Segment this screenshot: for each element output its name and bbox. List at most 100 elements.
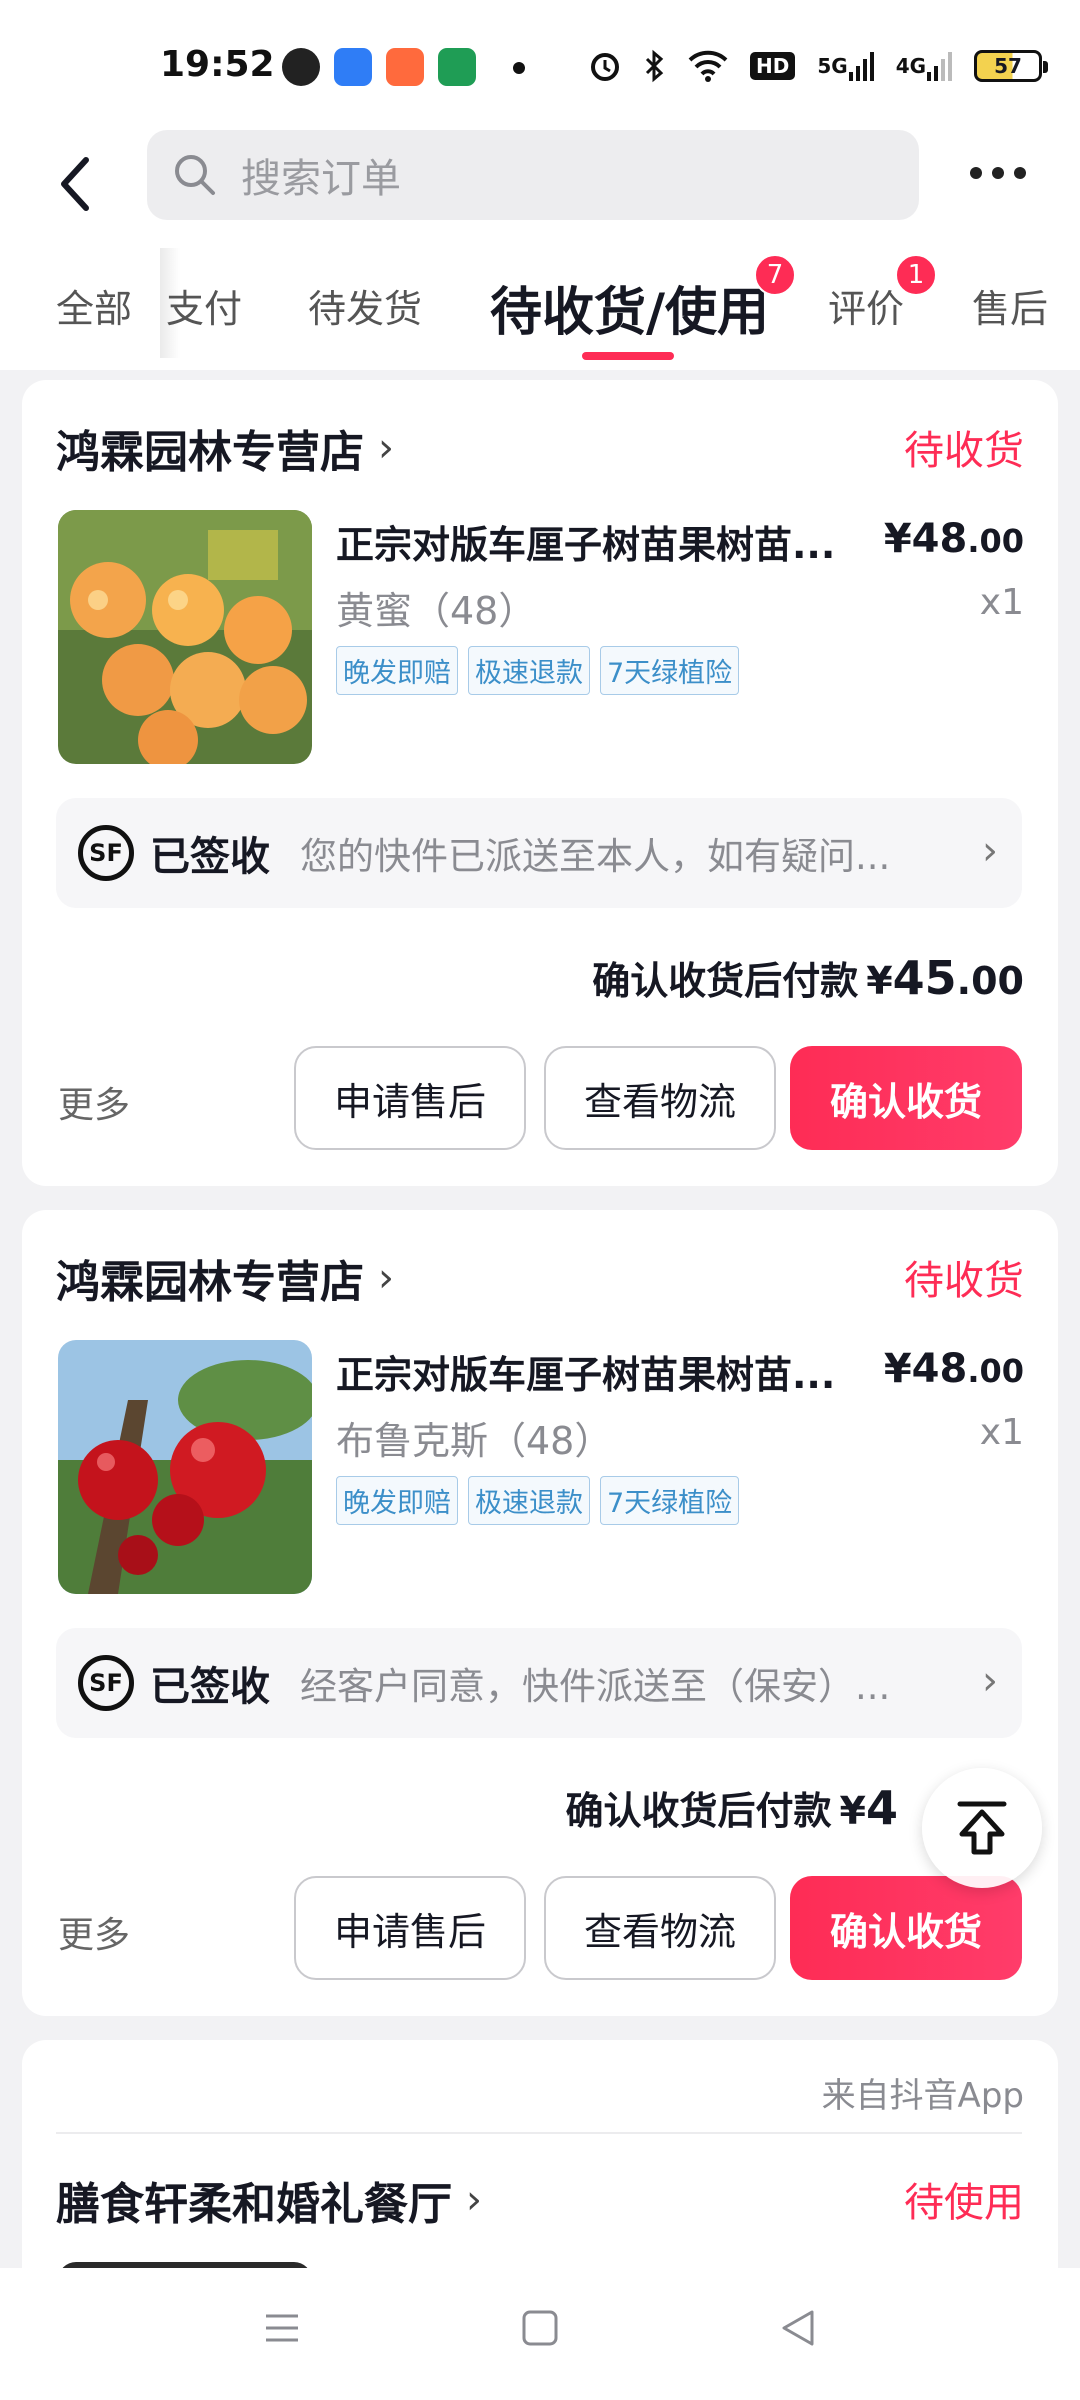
tab-pay[interactable]: 支付 (166, 278, 242, 333)
chevron-right-icon: › (982, 1658, 998, 1704)
tag-late-ship-compensation: 晚发即赔 (336, 1476, 458, 1525)
active-tab-indicator (582, 352, 674, 360)
order-status: 待收货 (904, 1258, 1024, 1304)
chevron-right-icon: › (378, 1255, 394, 1301)
product-variant: 黄蜜（48） (336, 589, 537, 633)
more-options-icon[interactable] (970, 158, 1032, 188)
scroll-to-top-button[interactable] (922, 1768, 1042, 1888)
logistics-text: 您的快件已派送至本人，如有疑问... (300, 835, 891, 878)
sf-express-icon: SF (78, 1655, 134, 1711)
alarm-icon (588, 48, 622, 84)
logistics-bar[interactable]: SF 已签收 您的快件已派送至本人，如有疑问... › (56, 798, 1022, 908)
pay-decimal: .00 (956, 959, 1024, 1003)
price-integer: ¥48 (883, 516, 968, 562)
apply-after-sale-button[interactable]: 申请售后 (294, 1046, 526, 1150)
chevron-left-icon (61, 157, 89, 211)
apply-after-sale-button[interactable]: 申请售后 (294, 1876, 526, 1980)
home-icon[interactable] (520, 2308, 560, 2348)
logistics-bar[interactable]: SF 已签收 经客户同意，快件派送至（保安）... › (56, 1628, 1022, 1738)
product-variant: 布鲁克斯（48） (336, 1419, 613, 1463)
pay-integer: 45 (892, 951, 957, 1005)
tag-plant-insurance: 7天绿植险 (600, 1476, 740, 1525)
search-placeholder: 搜索订单 (241, 156, 401, 202)
product-image[interactable] (58, 510, 312, 764)
notification-icons (282, 48, 476, 86)
files-app-icon (334, 48, 372, 86)
service-tags: 晚发即赔 极速退款 7天绿植险 (336, 1476, 740, 1525)
sf-express-icon: SF (78, 825, 134, 881)
header: 搜索订单 (0, 130, 1080, 240)
view-logistics-button[interactable]: 查看物流 (544, 1046, 776, 1150)
shop-name: 鸿霖园林专营店 (56, 427, 364, 478)
chevron-right-icon: › (378, 425, 394, 471)
logistics-status: 已签收 (150, 1664, 270, 1710)
product-title[interactable]: 正宗对版车厘子树苗果树苗... (336, 514, 835, 569)
battery-icon: 57 (974, 50, 1049, 82)
tab-after-sale[interactable]: 售后 (972, 278, 1048, 333)
shop-link[interactable]: 膳食轩柔和婚礼餐厅 › (56, 2168, 482, 2232)
menu-icon[interactable] (262, 2308, 302, 2348)
back-button[interactable] (52, 144, 102, 224)
system-navigation-bar (0, 2268, 1080, 2400)
hd-icon: HD (750, 48, 796, 84)
tag-fast-refund: 极速退款 (468, 646, 590, 695)
price-decimal: .00 (967, 1352, 1024, 1390)
payment-summary: 确认收货后付款 ¥ 45 .00 (592, 950, 1024, 1005)
back-triangle-icon[interactable] (778, 2308, 818, 2348)
order-card[interactable]: 鸿霖园林专营店 › 待收货 正宗对版车厘子树苗果树苗... ¥48.00 布鲁克斯… (22, 1210, 1058, 2016)
oppo-app-icon (438, 48, 476, 86)
chevron-right-icon: › (466, 2177, 482, 2223)
chevron-right-icon: › (982, 828, 998, 874)
tab-to-receive-badge: 7 (754, 254, 796, 296)
signal-5g-icon: 5G (817, 48, 874, 84)
service-tags: 晚发即赔 极速退款 7天绿植险 (336, 646, 740, 695)
wifi-icon (688, 48, 728, 84)
more-notifications-dot-icon (513, 62, 525, 74)
pay-currency: ¥ (866, 959, 893, 1003)
panda-app-icon (282, 48, 320, 86)
tag-plant-insurance: 7天绿植险 (600, 646, 740, 695)
search-icon (175, 155, 215, 195)
bluetooth-icon (644, 48, 666, 84)
status-time: 19:52 (160, 44, 275, 85)
product-price: ¥48.00 (884, 516, 1024, 562)
payment-summary: 确认收货后付款 ¥ 4 (566, 1780, 898, 1835)
more-button[interactable]: 更多 (58, 1906, 130, 1958)
view-logistics-button[interactable]: 查看物流 (544, 1876, 776, 1980)
order-source: 来自抖音App (821, 2076, 1024, 2116)
tag-fast-refund: 极速退款 (468, 1476, 590, 1525)
arrow-up-icon (957, 1801, 1007, 1855)
pay-label: 确认收货后付款 (592, 959, 859, 1003)
pay-currency: ¥ (839, 1789, 866, 1833)
logistics-text: 经客户同意，快件派送至（保安）... (300, 1665, 891, 1708)
order-card[interactable]: 鸿霖园林专营店 › 待收货 正宗对版车厘子树苗果树苗... ¥48.00 黄蜜（4… (22, 380, 1058, 1186)
shop-name: 膳食轩柔和婚礼餐厅 (56, 2179, 452, 2230)
divider (56, 2132, 1022, 2134)
tab-review-badge: 1 (895, 254, 937, 296)
price-decimal: .00 (967, 522, 1024, 560)
more-button[interactable]: 更多 (58, 1076, 130, 1128)
logistics-status: 已签收 (150, 834, 270, 880)
tab-to-ship[interactable]: 待发货 (308, 278, 422, 333)
confirm-receipt-button[interactable]: 确认收货 (790, 1046, 1022, 1150)
product-price: ¥48.00 (884, 1346, 1024, 1392)
order-status: 待使用 (904, 2180, 1024, 2226)
order-status: 待收货 (904, 428, 1024, 474)
confirm-receipt-button[interactable]: 确认收货 (790, 1876, 1022, 1980)
product-quantity: x1 (979, 582, 1024, 623)
search-input[interactable]: 搜索订单 (147, 130, 919, 220)
status-bar: 19:52 HD 5G 4G 57 (0, 0, 1080, 130)
tab-to-receive[interactable]: 待收货/使用 (490, 270, 769, 345)
pay-label: 确认收货后付款 (565, 1789, 832, 1833)
tab-review[interactable]: 评价 (828, 278, 904, 333)
shop-link[interactable]: 鸿霖园林专营店 › (56, 416, 394, 480)
signal-4g-icon: 4G (896, 48, 953, 84)
tag-late-ship-compensation: 晚发即赔 (336, 646, 458, 695)
pay-integer: 4 (865, 1781, 898, 1835)
shop-link[interactable]: 鸿霖园林专营店 › (56, 1246, 394, 1310)
product-title[interactable]: 正宗对版车厘子树苗果树苗... (336, 1344, 835, 1399)
product-image[interactable] (58, 1340, 312, 1594)
order-tabs: 全部 支付 待发货 待收货/使用 7 评价 1 售后 (0, 240, 1080, 370)
shopping-app-icon (386, 48, 424, 86)
tab-all[interactable]: 全部 (56, 278, 132, 333)
